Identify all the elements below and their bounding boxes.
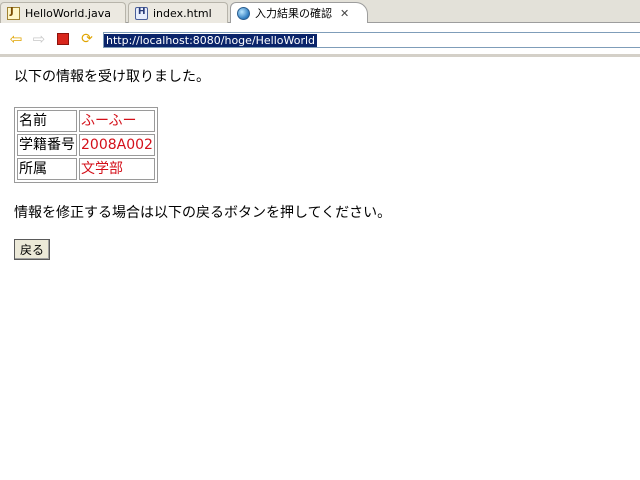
java-file-icon	[7, 6, 20, 20]
tab-label: 入力結果の確認	[255, 7, 332, 20]
row-value: 文学部	[79, 158, 155, 180]
url-text: http://localhost:8080/hoge/HelloWorld	[104, 33, 318, 47]
table-row: 名前 ふーふー	[17, 110, 155, 132]
info-table: 名前 ふーふー 学籍番号 2008A002 所属 文学部	[14, 107, 158, 183]
table-row: 所属 文学部	[17, 158, 155, 180]
globe-icon	[237, 6, 250, 20]
close-tab-icon[interactable]: ✕	[340, 7, 349, 20]
tab-label: index.html	[153, 6, 212, 20]
url-input[interactable]: http://localhost:8080/hoge/HelloWorld	[103, 32, 640, 48]
tab-helloworld-java[interactable]: HelloWorld.java	[0, 2, 126, 23]
row-label: 名前	[17, 110, 77, 132]
row-label: 学籍番号	[17, 134, 77, 156]
tab-index-html[interactable]: index.html	[128, 2, 228, 23]
forward-arrow-icon[interactable]: ⇨	[31, 31, 47, 47]
editor-tab-bar: HelloWorld.java index.html 入力結果の確認 ✕	[0, 0, 640, 24]
back-arrow-icon[interactable]: ⇦	[8, 31, 24, 47]
table-row: 学籍番号 2008A002	[17, 134, 155, 156]
browser-toolbar: ⇦ ⇨ ⟳ http://localhost:8080/hoge/HelloWo…	[0, 23, 640, 57]
row-label: 所属	[17, 158, 77, 180]
html-file-icon	[135, 6, 148, 20]
intro-text: 以下の情報を受け取りました。	[14, 69, 210, 85]
refresh-icon[interactable]: ⟳	[79, 31, 95, 47]
back-button[interactable]: 戻る	[14, 239, 51, 260]
row-value: ふーふー	[79, 110, 155, 132]
tab-input-result[interactable]: 入力結果の確認 ✕	[230, 2, 368, 24]
stop-icon[interactable]	[55, 31, 71, 47]
tab-label: HelloWorld.java	[25, 6, 111, 20]
instruction-text: 情報を修正する場合は以下の戻るボタンを押してください。	[14, 205, 392, 221]
row-value: 2008A002	[79, 134, 155, 156]
